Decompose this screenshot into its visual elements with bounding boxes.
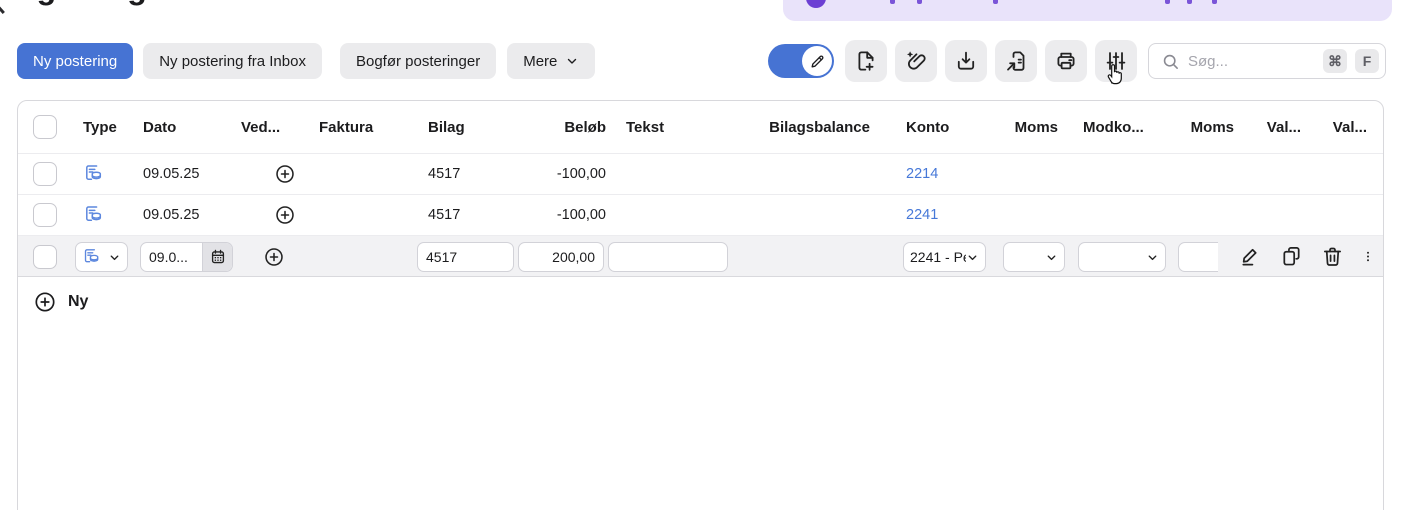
file-plus-icon xyxy=(854,49,878,73)
type-select[interactable] xyxy=(75,242,128,272)
col-moms-2: Moms xyxy=(1178,119,1234,136)
post-document-icon xyxy=(1004,49,1028,73)
cell-belob: -100,00 xyxy=(518,166,606,182)
more-button-label: Mere xyxy=(523,53,557,70)
search-icon xyxy=(1161,52,1180,71)
notification-banner xyxy=(783,0,1392,21)
col-valuta-2: Val... xyxy=(1301,119,1383,136)
more-actions-button[interactable] xyxy=(1361,244,1375,268)
konto-link[interactable]: 2214 xyxy=(906,166,938,182)
add-attachment-icon[interactable] xyxy=(263,246,285,268)
col-type: Type xyxy=(79,119,143,136)
plus-circle-icon xyxy=(33,290,57,314)
moms-select[interactable] xyxy=(1003,242,1065,272)
journal-entry-type-icon xyxy=(82,248,102,266)
pencil-icon xyxy=(809,53,826,70)
search-box: ⌘ F xyxy=(1148,43,1386,79)
edit-mode-toggle[interactable] xyxy=(768,44,834,78)
konto-link[interactable]: 2241 xyxy=(906,207,938,223)
new-entry-row[interactable]: Ny xyxy=(18,277,1383,327)
col-vedhaeftning: Ved... xyxy=(241,119,319,136)
calendar-button[interactable] xyxy=(202,243,232,271)
delete-button[interactable] xyxy=(1320,244,1344,268)
cell-dato: 09.05.25 xyxy=(143,166,241,182)
row-checkbox[interactable] xyxy=(33,245,57,269)
chevron-down-icon xyxy=(108,251,121,264)
new-entry-inbox-button[interactable]: Ny postering fra Inbox xyxy=(143,43,322,79)
journal-entry-type-icon xyxy=(83,205,105,225)
col-tekst: Tekst xyxy=(606,119,758,136)
new-entry-button[interactable]: Ny postering xyxy=(17,43,133,79)
attach-button[interactable] xyxy=(895,40,937,82)
chevron-down-icon xyxy=(1146,251,1159,264)
copy-icon xyxy=(1280,245,1303,268)
post-document-button[interactable] xyxy=(995,40,1037,82)
date-field: 09.0... xyxy=(140,242,233,272)
col-bilag: Bilag xyxy=(428,119,518,136)
duplicate-button[interactable] xyxy=(1279,244,1303,268)
col-belob: Beløb xyxy=(518,119,606,136)
new-document-button[interactable] xyxy=(845,40,887,82)
cell-belob: -100,00 xyxy=(518,207,606,223)
col-moms: Moms xyxy=(1003,119,1058,136)
calendar-icon xyxy=(209,248,227,266)
row-checkbox[interactable] xyxy=(33,162,57,186)
search-input[interactable] xyxy=(1188,53,1315,70)
add-attachment-icon[interactable] xyxy=(274,163,296,185)
col-faktura: Faktura xyxy=(319,119,428,136)
edit-pencil-icon xyxy=(1239,245,1262,268)
row-checkbox[interactable] xyxy=(33,203,57,227)
col-konto: Konto xyxy=(870,119,1003,136)
table-row: 09.05.25 4517 -100,00 2214 xyxy=(18,153,1383,194)
belob-input[interactable] xyxy=(518,242,604,272)
date-value[interactable]: 09.0... xyxy=(141,243,202,271)
journal-table: Type Dato Ved... Faktura Bilag Beløb Tek… xyxy=(17,100,1384,510)
tekst-input[interactable] xyxy=(608,242,728,272)
filter-sliders-icon xyxy=(1104,49,1128,73)
edit-button[interactable] xyxy=(1238,244,1262,268)
col-dato: Dato xyxy=(143,119,241,136)
col-modkonto: Modko... xyxy=(1058,119,1178,136)
attachment-sparkle-icon xyxy=(904,49,928,73)
kebab-menu-icon xyxy=(1361,245,1375,268)
new-entry-row-label: Ny xyxy=(68,293,88,311)
more-button[interactable]: Mere xyxy=(507,43,595,79)
page-title: Bogføring xyxy=(0,0,147,7)
table-header: Type Dato Ved... Faktura Bilag Beløb Tek… xyxy=(18,101,1383,153)
bilag-input[interactable] xyxy=(417,242,514,272)
row-actions xyxy=(1218,236,1383,276)
edit-row: 09.0... 2241 - Pe xyxy=(18,235,1383,277)
print-icon xyxy=(1054,49,1078,73)
toggle-knob xyxy=(802,46,832,76)
filter-button[interactable] xyxy=(1095,40,1137,82)
col-bilagsbalance: Bilagsbalance xyxy=(758,119,870,136)
cell-dato: 09.05.25 xyxy=(143,207,241,223)
notification-icon xyxy=(806,0,826,8)
chevron-down-icon xyxy=(565,54,579,68)
cell-bilag: 4517 xyxy=(428,207,518,223)
import-button[interactable] xyxy=(945,40,987,82)
toolbar: Ny postering Ny postering fra Inbox Bogf… xyxy=(17,43,595,79)
chevron-down-icon xyxy=(966,251,979,264)
import-icon xyxy=(954,49,978,73)
trash-icon xyxy=(1321,245,1344,268)
chevron-down-icon xyxy=(1045,251,1058,264)
journal-entry-type-icon xyxy=(83,164,105,184)
shortcut-key-badge: F xyxy=(1355,49,1379,73)
cell-bilag: 4517 xyxy=(428,166,518,182)
post-entries-button[interactable]: Bogfør posteringer xyxy=(340,43,496,79)
col-valuta: Val... xyxy=(1234,119,1301,136)
table-row: 09.05.25 4517 -100,00 2241 xyxy=(18,194,1383,235)
konto-select[interactable]: 2241 - Pe xyxy=(903,242,986,272)
konto-select-value: 2241 - Pe xyxy=(910,249,966,265)
select-all-checkbox[interactable] xyxy=(33,115,57,139)
shortcut-cmd-badge: ⌘ xyxy=(1323,49,1347,73)
add-attachment-icon[interactable] xyxy=(274,204,296,226)
modkonto-select[interactable] xyxy=(1078,242,1166,272)
print-button[interactable] xyxy=(1045,40,1087,82)
